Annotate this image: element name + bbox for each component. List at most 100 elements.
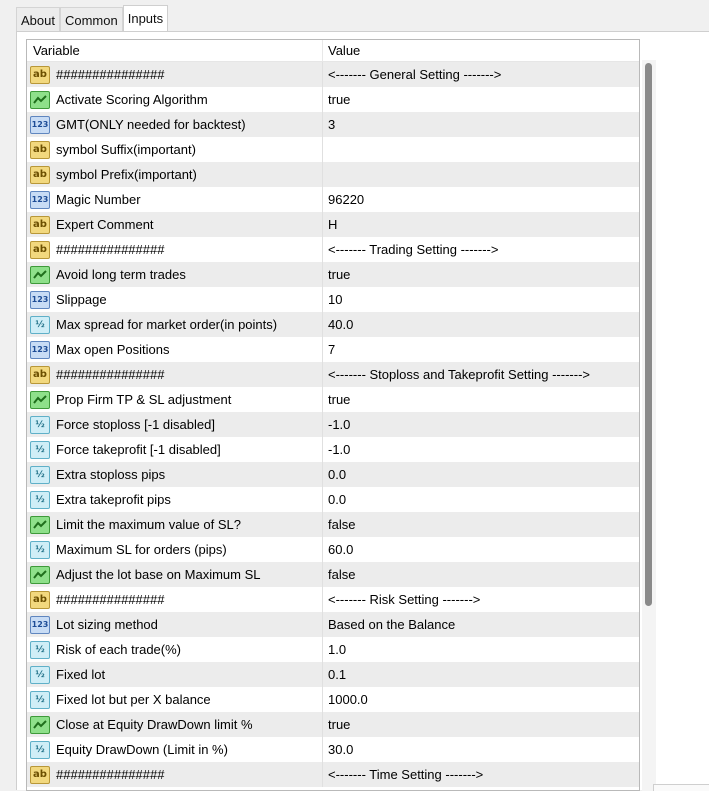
scrollbar-thumb[interactable] — [645, 63, 652, 606]
value-cell[interactable]: 7 — [323, 337, 639, 362]
variable-cell[interactable]: Adjust the lot base on Maximum SL — [27, 562, 323, 587]
variable-cell[interactable]: Prop Firm TP & SL adjustment — [27, 387, 323, 412]
table-row[interactable]: ½ Risk of each trade(%) 1.0 — [27, 637, 639, 662]
table-row[interactable]: Adjust the lot base on Maximum SL false — [27, 562, 639, 587]
variable-cell[interactable]: ab ############### — [27, 362, 323, 387]
value-cell[interactable]: 60.0 — [323, 537, 639, 562]
value-cell[interactable] — [323, 137, 639, 162]
variable-cell[interactable]: ½ Force takeprofit [-1 disabled] — [27, 437, 323, 462]
table-row[interactable]: ab symbol Prefix(important) — [27, 162, 639, 187]
variable-cell[interactable]: ½ Risk of each trade(%) — [27, 637, 323, 662]
table-row[interactable]: ab ############### <------- General Settin… — [27, 62, 639, 87]
variable-cell[interactable]: ½ Fixed lot but per X balance — [27, 687, 323, 712]
variable-cell[interactable]: ab symbol Prefix(important) — [27, 162, 323, 187]
variable-cell[interactable]: ½ Extra takeprofit pips — [27, 487, 323, 512]
integer-icon: 123 — [30, 615, 50, 634]
vertical-scrollbar[interactable] — [642, 60, 656, 791]
table-row[interactable]: Activate Scoring Algorithm true — [27, 87, 639, 112]
table-row[interactable]: ab ############### <------- Risk Setting -… — [27, 587, 639, 612]
value-cell[interactable]: false — [323, 512, 639, 537]
variable-cell[interactable]: ½ Max spread for market order(in points) — [27, 312, 323, 337]
value-cell[interactable]: Based on the Balance — [323, 612, 639, 637]
table-row[interactable]: Limit the maximum value of SL? false — [27, 512, 639, 537]
value-cell[interactable]: true — [323, 387, 639, 412]
table-row[interactable]: 123 GMT(ONLY needed for backtest) 3 — [27, 112, 639, 137]
variable-cell[interactable]: 123 GMT(ONLY needed for backtest) — [27, 112, 323, 137]
variable-cell[interactable]: ab ############### — [27, 237, 323, 262]
table-row[interactable]: ½ Fixed lot 0.1 — [27, 662, 639, 687]
value-cell[interactable]: 30.0 — [323, 737, 639, 762]
tab-common[interactable]: Common — [59, 7, 123, 32]
table-row[interactable]: Close at Equity DrawDown limit % true — [27, 712, 639, 737]
table-row[interactable]: ab symbol Suffix(important) — [27, 137, 639, 162]
table-row[interactable]: 123 Max open Positions 7 — [27, 337, 639, 362]
value-cell[interactable]: 10 — [323, 287, 639, 312]
value-cell[interactable]: <------- Stoploss and Takeprofit Setting… — [323, 362, 639, 387]
table-row[interactable]: Avoid long term trades true — [27, 262, 639, 287]
variable-cell[interactable]: Avoid long term trades — [27, 262, 323, 287]
value-cell[interactable]: true — [323, 262, 639, 287]
variable-cell[interactable]: ½ Fixed lot — [27, 662, 323, 687]
variable-name: symbol Suffix(important) — [56, 142, 196, 157]
table-row[interactable]: ½ Extra stoploss pips 0.0 — [27, 462, 639, 487]
value-cell[interactable]: 1.0 — [323, 637, 639, 662]
value-cell[interactable]: <------- General Setting -------> — [323, 62, 639, 87]
table-row[interactable]: 123 Lot sizing method Based on the Balance — [27, 612, 639, 637]
table-row[interactable]: 123 Magic Number 96220 — [27, 187, 639, 212]
value-cell[interactable]: <------- Trading Setting -------> — [323, 237, 639, 262]
table-row[interactable]: ½ Max spread for market order(in points) 4… — [27, 312, 639, 337]
value-cell[interactable]: 0.0 — [323, 487, 639, 512]
value-cell[interactable]: true — [323, 87, 639, 112]
variable-cell[interactable]: ab ############### — [27, 62, 323, 87]
value-cell[interactable]: <------- Risk Setting -------> — [323, 587, 639, 612]
value-cell[interactable] — [323, 162, 639, 187]
table-row[interactable]: ab ############### <------- Time Setting -… — [27, 762, 639, 787]
variable-name: Force takeprofit [-1 disabled] — [56, 442, 221, 457]
variable-cell[interactable]: ab ############### — [27, 587, 323, 612]
table-row[interactable]: 123 Slippage 10 — [27, 287, 639, 312]
table-row[interactable]: ½ Maximum SL for orders (pips) 60.0 — [27, 537, 639, 562]
value-cell[interactable]: H — [323, 212, 639, 237]
table-row[interactable]: ab ############### <------- Trading Settin… — [27, 237, 639, 262]
table-row[interactable]: ½ Fixed lot but per X balance 1000.0 — [27, 687, 639, 712]
table-row[interactable]: ½ Force takeprofit [-1 disabled] -1.0 — [27, 437, 639, 462]
variable-cell[interactable]: ab ############### — [27, 762, 323, 787]
value-cell[interactable]: 96220 — [323, 187, 639, 212]
column-header-variable[interactable]: Variable — [27, 40, 323, 61]
value-cell[interactable]: 40.0 — [323, 312, 639, 337]
value-cell[interactable]: 0.1 — [323, 662, 639, 687]
value-cell[interactable]: false — [323, 562, 639, 587]
value-cell[interactable]: -1.0 — [323, 412, 639, 437]
variable-cell[interactable]: 123 Lot sizing method — [27, 612, 323, 637]
value-cell[interactable]: true — [323, 712, 639, 737]
column-header-value[interactable]: Value — [323, 40, 639, 61]
variable-cell[interactable]: Close at Equity DrawDown limit % — [27, 712, 323, 737]
value-cell[interactable]: 0.0 — [323, 462, 639, 487]
variable-cell[interactable]: ab symbol Suffix(important) — [27, 137, 323, 162]
value-cell[interactable]: <------- Time Setting -------> — [323, 762, 639, 787]
table-row[interactable]: ½ Extra takeprofit pips 0.0 — [27, 487, 639, 512]
variable-cell[interactable]: ab Expert Comment — [27, 212, 323, 237]
variable-name: Maximum SL for orders (pips) — [56, 542, 227, 557]
variable-cell[interactable]: Activate Scoring Algorithm — [27, 87, 323, 112]
variable-cell[interactable]: ½ Equity DrawDown (Limit in %) — [27, 737, 323, 762]
variable-name: Force stoploss [-1 disabled] — [56, 417, 215, 432]
table-row[interactable]: ab ############### <------- Stoploss and T… — [27, 362, 639, 387]
table-row[interactable]: ½ Equity DrawDown (Limit in %) 30.0 — [27, 737, 639, 762]
variable-cell[interactable]: ½ Extra stoploss pips — [27, 462, 323, 487]
tab-inputs[interactable]: Inputs — [122, 5, 169, 33]
variable-cell[interactable]: ½ Force stoploss [-1 disabled] — [27, 412, 323, 437]
value-cell[interactable]: 3 — [323, 112, 639, 137]
table-row[interactable]: ab Expert Comment H — [27, 212, 639, 237]
table-row[interactable]: ½ Force stoploss [-1 disabled] -1.0 — [27, 412, 639, 437]
variable-cell[interactable]: Limit the maximum value of SL? — [27, 512, 323, 537]
value-cell[interactable]: 1000.0 — [323, 687, 639, 712]
value-cell[interactable]: -1.0 — [323, 437, 639, 462]
variable-cell[interactable]: 123 Max open Positions — [27, 337, 323, 362]
table-row[interactable]: Prop Firm TP & SL adjustment true — [27, 387, 639, 412]
boolean-icon — [30, 515, 50, 534]
tab-about[interactable]: About — [16, 7, 60, 32]
variable-cell[interactable]: 123 Slippage — [27, 287, 323, 312]
variable-cell[interactable]: 123 Magic Number — [27, 187, 323, 212]
variable-cell[interactable]: ½ Maximum SL for orders (pips) — [27, 537, 323, 562]
